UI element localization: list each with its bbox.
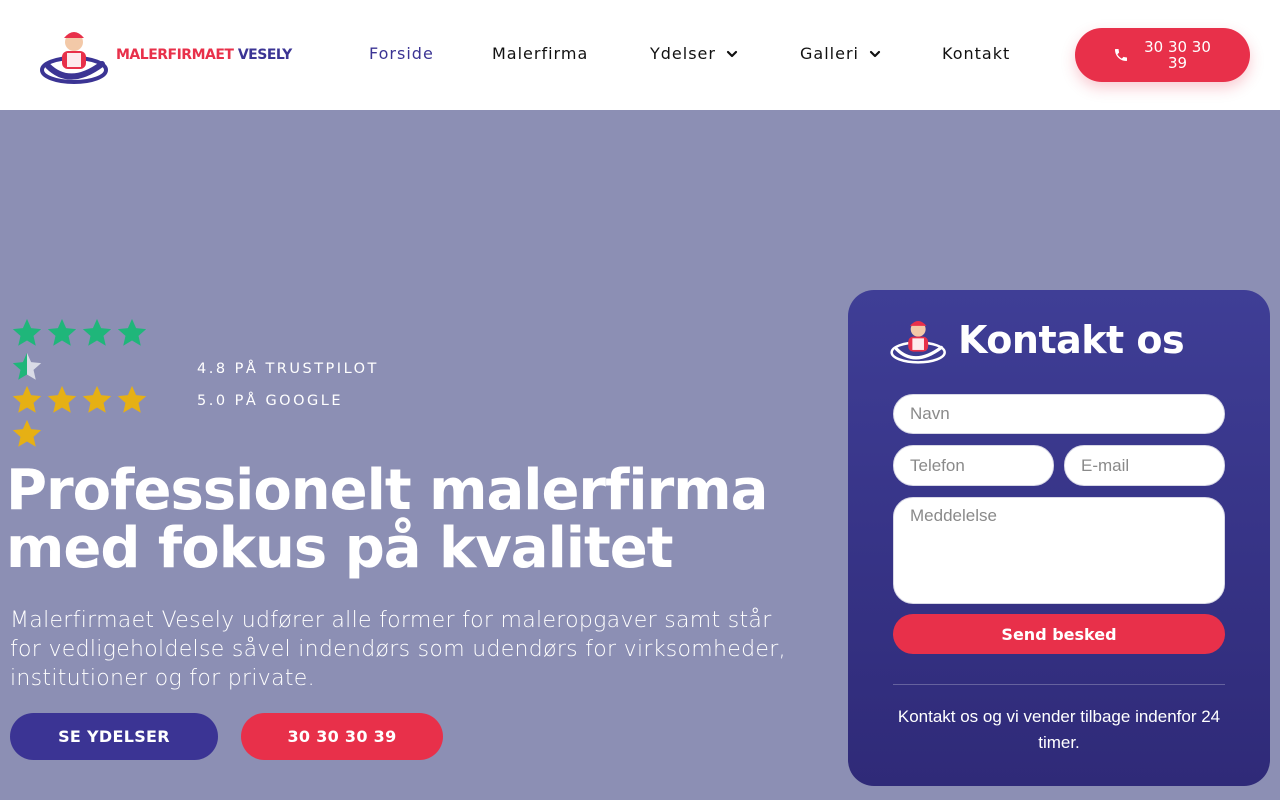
star-icon <box>12 318 42 346</box>
painter-logo-icon <box>890 320 946 364</box>
trustpilot-stars <box>10 316 160 384</box>
email-input[interactable] <box>1064 445 1225 486</box>
phone-input[interactable] <box>893 445 1054 486</box>
google-rating-text: 5.0 PÅ GOOGLE <box>197 393 343 409</box>
hero-subtitle: Malerfirmaet Vesely udfører alle former … <box>10 608 786 691</box>
nav-item-malerfirma[interactable]: Malerfirma <box>492 44 588 63</box>
see-services-button[interactable]: SE YDELSER <box>10 713 218 760</box>
chevron-down-icon[interactable] <box>869 48 881 60</box>
nav-item-forside[interactable]: Forside <box>369 44 434 63</box>
nav-item-label: Forside <box>369 44 434 63</box>
phone-icon <box>1114 49 1127 61</box>
send-message-button[interactable]: Send besked <box>893 614 1225 654</box>
star-icon <box>47 385 77 413</box>
header-phone-button[interactable]: 30 30 30 39 <box>1075 28 1250 82</box>
contact-card-header: Kontakt os <box>890 314 1185 366</box>
ratings-block: 4.8 PÅ TRUSTPILOT 5.0 PÅ GOOGLE <box>10 316 410 456</box>
nav-item-label: Ydelser <box>650 44 716 63</box>
contact-note: Kontakt os og vi vender tilbage indenfor… <box>897 707 1221 752</box>
contact-card: Kontakt os Send besked Kontakt os og vi … <box>848 290 1270 786</box>
star-icon <box>82 318 112 346</box>
star-icon <box>12 385 42 413</box>
star-icon <box>82 385 112 413</box>
google-stars <box>10 383 160 451</box>
nav-item-galleri[interactable]: Galleri <box>800 44 881 63</box>
card-divider <box>893 684 1225 685</box>
star-icon <box>12 352 42 380</box>
star-icon <box>117 385 147 413</box>
nav-item-label: Kontakt <box>942 44 1011 63</box>
star-icon <box>47 318 77 346</box>
nav-item-kontakt[interactable]: Kontakt <box>942 44 1010 63</box>
contact-card-title: Kontakt os <box>958 318 1185 362</box>
star-icon <box>12 419 42 447</box>
chevron-down-icon[interactable] <box>726 48 738 60</box>
nav-item-ydelser[interactable]: Ydelser <box>650 44 738 63</box>
name-input[interactable] <box>893 394 1225 434</box>
call-phone-button[interactable]: 30 30 30 39 <box>241 713 443 760</box>
trustpilot-rating-text: 4.8 PÅ TRUSTPILOT <box>197 361 379 377</box>
site-header: MALERFIRMAET VESELY Forside Malerfirma Y… <box>0 0 1280 110</box>
hero-title-line1: Professionelt malerfirma <box>6 458 768 523</box>
nav-item-label: Galleri <box>800 44 859 63</box>
message-textarea[interactable] <box>893 497 1225 604</box>
header-phone-number: 30 30 30 39 <box>1144 38 1211 72</box>
hero-title-line2: med fokus på kvalitet <box>6 516 674 581</box>
star-icon <box>117 318 147 346</box>
nav-item-label: Malerfirma <box>492 44 589 63</box>
hero-title: Professionelt malerfirma med fokus på kv… <box>6 462 836 578</box>
